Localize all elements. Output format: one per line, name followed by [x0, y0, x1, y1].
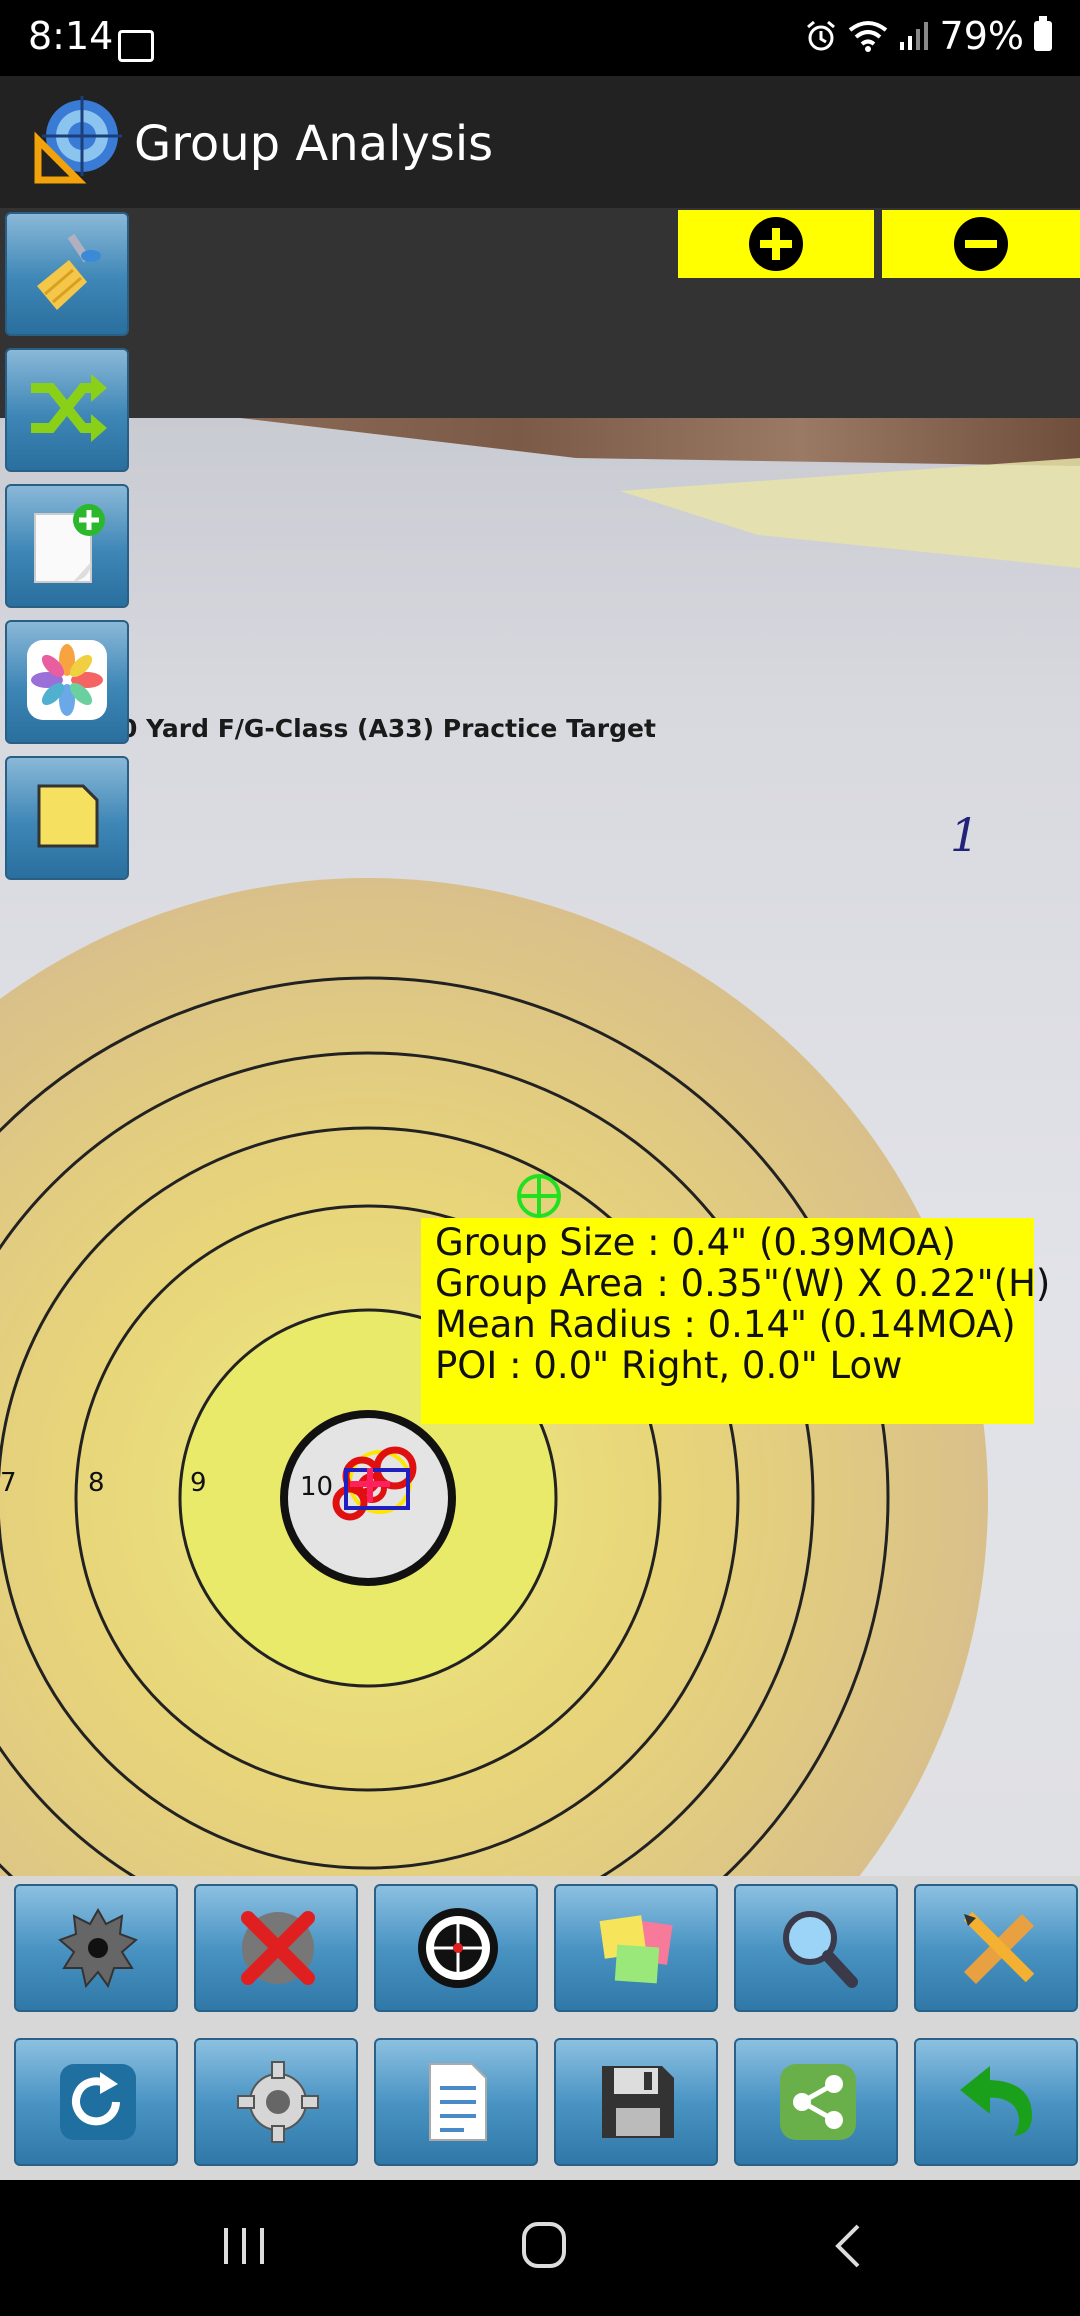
gallery-button[interactable] [5, 620, 129, 744]
zoom-search-button[interactable] [734, 1884, 898, 2012]
ring-number-8: 8 [88, 1468, 105, 1498]
delete-hole-button[interactable] [194, 1884, 358, 2012]
zoom-out-button[interactable] [882, 210, 1080, 278]
target-crosshair-icon [418, 1908, 498, 1988]
sticky-notes-button[interactable] [554, 1884, 718, 2012]
new-document-button[interactable] [5, 484, 129, 608]
ring-number-10: 10 [300, 1472, 334, 1502]
report-button[interactable] [374, 2038, 538, 2166]
settings-button[interactable] [194, 2038, 358, 2166]
battery-percent: 79% [939, 14, 1024, 58]
target-ruler-app-icon [34, 96, 122, 184]
share-icon [780, 2064, 856, 2140]
sticky-notes-icon [599, 1915, 673, 1984]
shuffle-icon [31, 374, 107, 442]
app-bar: Group Analysis [0, 76, 1080, 208]
bullet-hole-icon [58, 1907, 138, 1989]
target-center-button[interactable] [374, 1884, 538, 2012]
save-button[interactable] [554, 2038, 718, 2166]
group-area-text: Group Area : 0.35"(W) X 0.22"(H) [435, 1262, 1051, 1305]
measure-button[interactable] [914, 1884, 1078, 2012]
pencil-ruler-icon [963, 1911, 1035, 1984]
share-button[interactable] [734, 2038, 898, 2166]
system-nav-bar [0, 2180, 1080, 2316]
notes-button[interactable] [5, 756, 129, 880]
app-title: Group Analysis [134, 116, 494, 172]
bottom-toolbar [0, 1876, 1080, 2180]
home-icon[interactable] [520, 2220, 568, 2270]
shuffle-button[interactable] [5, 348, 129, 472]
refresh-icon [60, 2064, 136, 2140]
back-nav-icon[interactable] [830, 2222, 866, 2270]
status-icons: 79% [804, 14, 1052, 58]
signal-icon [899, 22, 928, 50]
group-analysis-info: Group Size : 0.4" (0.39MOA) Group Area :… [421, 1218, 1051, 1424]
photos-flower-icon [27, 640, 107, 720]
refresh-button[interactable] [14, 2038, 178, 2166]
magnifier-icon [783, 1911, 858, 1988]
note-icon [37, 784, 99, 848]
back-button[interactable] [914, 2038, 1078, 2166]
recents-icon[interactable] [220, 2224, 268, 2268]
broom-icon [37, 233, 101, 310]
gallery-icon [118, 30, 154, 62]
poi-text: POI : 0.0" Right, 0.0" Low [435, 1344, 903, 1387]
wifi-icon [848, 21, 887, 52]
ring-number-7: 7 [0, 1468, 17, 1498]
status-time: 8:14 [28, 14, 114, 58]
target-photo[interactable]: 0 Yard F/G-Class (A33) Practice Target 1… [0, 418, 1080, 1876]
delete-x-icon [241, 1911, 315, 1985]
ring-number-9: 9 [190, 1468, 207, 1498]
status-bar: 8:14 79% [0, 0, 1080, 76]
add-document-icon [34, 504, 105, 583]
mean-radius-text: Mean Radius : 0.14" (0.14MOA) [435, 1303, 1016, 1346]
zoom-in-button[interactable] [678, 210, 874, 278]
floppy-disk-icon [602, 2066, 674, 2138]
undo-arrow-icon [960, 2066, 1032, 2136]
gear-icon [237, 2061, 319, 2143]
battery-icon [1034, 16, 1052, 51]
group-size-text: Group Size : 0.4" (0.39MOA) [435, 1221, 956, 1264]
clear-button[interactable] [5, 212, 129, 336]
checklist-icon [429, 2063, 487, 2141]
alarm-icon [806, 20, 835, 51]
bullet-hole-button[interactable] [14, 1884, 178, 2012]
target-rings [0, 878, 988, 1876]
